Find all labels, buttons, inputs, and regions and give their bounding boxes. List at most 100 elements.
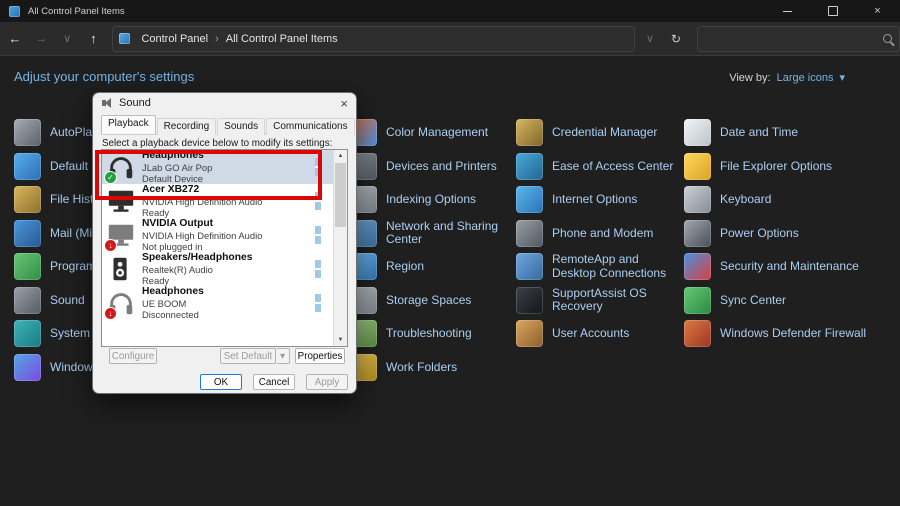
panel-item-devices-printers[interactable]: Devices and Printers (350, 150, 510, 184)
address-dropdown-icon[interactable]: ∨ (639, 27, 661, 51)
device-info: Acer XB272 NVIDIA High Definition Audio … (142, 184, 262, 219)
panel-item-work-folders[interactable]: Work Folders (350, 351, 510, 385)
level-meter (315, 260, 321, 278)
panel-item-user-accounts[interactable]: User Accounts (516, 317, 682, 351)
breadcrumb-control-panel[interactable]: Control Panel (137, 31, 212, 47)
playback-device-list: ✓ Headphones JLab GO Air Pop Default Dev… (101, 149, 348, 347)
device-row-headphones-jlab[interactable]: ✓ Headphones JLab GO Air Pop Default Dev… (102, 150, 334, 184)
cancel-button[interactable]: Cancel (253, 374, 295, 390)
search-input[interactable] (705, 31, 884, 46)
maximize-icon (827, 6, 838, 16)
panel-item-file-explorer-options[interactable]: File Explorer Options (684, 150, 876, 184)
ease-of-access-icon (516, 152, 543, 180)
panel-item-label: System (50, 326, 91, 341)
panel-item-keyboard[interactable]: Keyboard (684, 183, 876, 217)
panel-item-security-maintenance[interactable]: Security and Maintenance (684, 250, 876, 284)
internet-options-icon (516, 186, 543, 214)
panel-item-power-options[interactable]: Power Options (684, 217, 876, 251)
panel-item-internet-options[interactable]: Internet Options (516, 183, 682, 217)
device-actions: Configure Set Default ▾ Properties (109, 348, 345, 364)
history-chevron-icon[interactable]: ∨ (56, 27, 78, 51)
set-default-button[interactable]: Set Default (220, 348, 276, 364)
panel-item-region[interactable]: Region (350, 250, 510, 284)
panel-item-ease-of-access[interactable]: Ease of Access Center (516, 150, 682, 184)
panel-item-indexing[interactable]: Indexing Options (350, 183, 510, 217)
phone-modem-icon (516, 219, 543, 247)
panel-item-date-time[interactable]: Date and Time (684, 116, 876, 150)
scrollbar[interactable]: ▲ ▼ (333, 150, 347, 346)
search-box[interactable] (697, 25, 900, 52)
device-info: NVIDIA Output NVIDIA High Definition Aud… (142, 218, 262, 253)
tab-strip: Playback Recording Sounds Communications (101, 115, 356, 135)
panel-item-credential-manager[interactable]: Credential Manager (516, 116, 682, 150)
panel-item-storage-spaces[interactable]: Storage Spaces (350, 284, 510, 318)
address-bar[interactable]: Control Panel › All Control Panel Items (112, 25, 635, 52)
panel-item-remoteapp[interactable]: RemoteApp and Desktop Connections (516, 250, 682, 284)
headphones-icon: ↓ (104, 288, 136, 320)
set-default-dropdown-icon[interactable]: ▾ (276, 348, 290, 364)
dialog-titlebar[interactable]: Sound × (93, 93, 356, 113)
panel-item-label: Keyboard (720, 192, 772, 207)
dialog-close-icon[interactable]: × (340, 97, 348, 110)
scroll-down-icon[interactable]: ▼ (334, 334, 347, 346)
supportassist-icon (516, 286, 543, 314)
scrollbar-thumb[interactable] (335, 163, 346, 227)
device-status: Disconnected (142, 309, 199, 321)
panel-item-sync-center[interactable]: Sync Center (684, 284, 876, 318)
panel-item-label: Storage Spaces (386, 292, 472, 307)
panel-item-network[interactable]: Network and Sharing Center (350, 217, 510, 251)
panel-column-2: Color Management Devices and Printers Inde… (350, 116, 510, 384)
panel-item-windows-defender-firewall[interactable]: Windows Defender Firewall (684, 317, 876, 351)
tab-sounds[interactable]: Sounds (217, 118, 266, 135)
level-meter (315, 226, 321, 244)
device-row-nvidia-output[interactable]: ↓ NVIDIA Output NVIDIA High Definition A… (102, 218, 334, 252)
speaker-device-icon (106, 254, 136, 284)
panel-item-color-management[interactable]: Color Management (350, 116, 510, 150)
ok-button[interactable]: OK (200, 374, 242, 390)
panel-item-label: Network and Sharing Center (386, 218, 499, 247)
tab-communications[interactable]: Communications (266, 118, 355, 135)
device-info: Headphones UE BOOM Disconnected (142, 286, 204, 321)
panel-item-label: Devices and Printers (386, 158, 497, 173)
view-by-value[interactable]: Large icons (777, 72, 834, 84)
search-icon (883, 34, 893, 43)
refresh-icon[interactable]: ↻ (665, 27, 687, 51)
dialog-actions: OK Cancel Apply (200, 374, 348, 390)
navigation-bar: ← → ∨ ↑ Control Panel › All Control Pane… (0, 22, 900, 56)
mail-icon (14, 219, 41, 247)
configure-button[interactable]: Configure (109, 348, 157, 364)
breadcrumb-all-items[interactable]: All Control Panel Items (222, 31, 342, 47)
device-name: Speakers/Headphones (142, 251, 253, 263)
up-button[interactable]: ↑ (82, 27, 104, 51)
default-device-check-icon: ✓ (104, 171, 117, 184)
sound-dialog: Sound × Playback Recording Sounds Commun… (92, 92, 357, 394)
window-titlebar[interactable]: All Control Panel Items × (0, 0, 900, 22)
system-icon (14, 320, 41, 348)
device-row-acer-xb272[interactable]: Acer XB272 NVIDIA High Definition Audio … (102, 184, 334, 218)
user-accounts-icon (516, 320, 543, 348)
device-info: Headphones JLab GO Air Pop Default Devic… (142, 149, 212, 184)
device-row-speakers-headphones[interactable]: Speakers/Headphones Realtek(R) Audio Rea… (102, 252, 334, 286)
panel-item-supportassist[interactable]: SupportAssist OS Recovery (516, 284, 682, 318)
power-options-icon (684, 219, 711, 247)
panel-column-3: Credential Manager Ease of Access Center I… (516, 116, 682, 351)
view-by-label: View by: (729, 71, 771, 84)
properties-button[interactable]: Properties (295, 348, 345, 364)
device-name: Headphones (142, 285, 204, 297)
forward-button[interactable]: → (30, 27, 52, 51)
device-row-headphones-ueboom[interactable]: ↓ Headphones UE BOOM Disconnected (102, 286, 334, 320)
tab-recording[interactable]: Recording (156, 118, 217, 135)
close-button[interactable]: × (855, 0, 900, 22)
minimize-button[interactable] (765, 0, 810, 22)
apply-button[interactable]: Apply (306, 374, 348, 390)
panel-item-troubleshooting[interactable]: Troubleshooting (350, 317, 510, 351)
view-by-caret-icon[interactable]: ▾ (839, 71, 845, 84)
tab-playback[interactable]: Playback (101, 115, 156, 134)
device-name: Headphones (142, 149, 204, 161)
panel-item-phone-modem[interactable]: Phone and Modem (516, 217, 682, 251)
level-meter (315, 192, 321, 210)
back-button[interactable]: ← (4, 27, 26, 51)
scroll-up-icon[interactable]: ▲ (334, 150, 347, 162)
maximize-button[interactable] (810, 0, 855, 22)
panel-item-label: SupportAssist OS Recovery (552, 285, 647, 314)
